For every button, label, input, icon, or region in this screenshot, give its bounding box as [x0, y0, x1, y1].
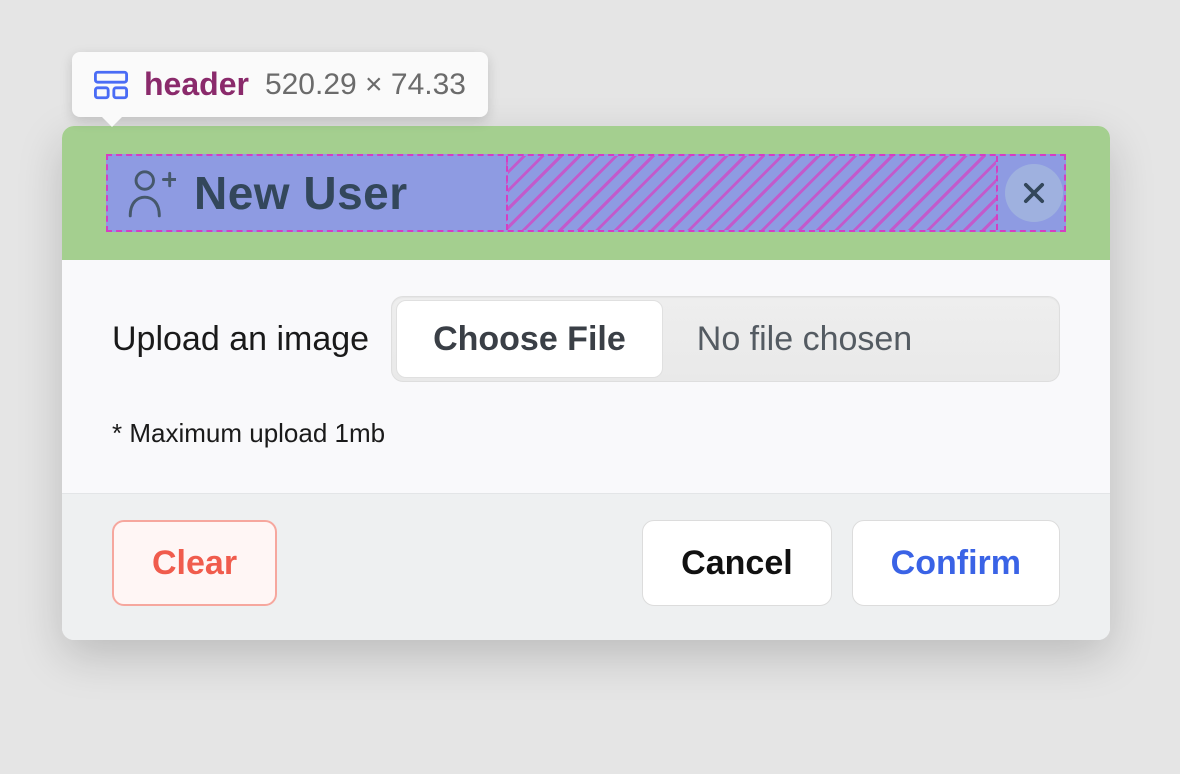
close-icon — [1020, 179, 1048, 207]
choose-file-button[interactable]: Choose File — [396, 300, 663, 378]
modal-header-flex-spacer — [506, 156, 998, 230]
upload-row: Upload an image Choose File No file chos… — [112, 284, 1060, 404]
new-user-modal: New User Upload an image Choose File No … — [62, 126, 1110, 640]
modal-body: Upload an image Choose File No file chos… — [62, 260, 1110, 493]
user-plus-icon — [126, 166, 176, 220]
close-button[interactable] — [1005, 164, 1063, 222]
inspector-element-name: header — [144, 66, 249, 103]
inspector-tooltip: header 520.29 × 74.33 — [72, 52, 488, 117]
inspector-dimensions: 520.29 × 74.33 — [265, 68, 466, 102]
cancel-button[interactable]: Cancel — [642, 520, 832, 606]
modal-title: New User — [194, 166, 408, 220]
upload-label: Upload an image — [112, 320, 369, 359]
modal-header-inspect-margin: New User — [62, 126, 1110, 260]
upload-note: * Maximum upload 1mb — [112, 404, 1060, 483]
clear-button[interactable]: Clear — [112, 520, 277, 606]
modal-header: New User — [106, 154, 1066, 232]
layout-icon — [94, 70, 128, 100]
file-status: No file chosen — [667, 320, 912, 359]
modal-footer: Clear Cancel Confirm — [62, 493, 1110, 640]
confirm-button[interactable]: Confirm — [852, 520, 1060, 606]
file-input[interactable]: Choose File No file chosen — [391, 296, 1060, 382]
modal-header-title-group: New User — [108, 156, 426, 230]
